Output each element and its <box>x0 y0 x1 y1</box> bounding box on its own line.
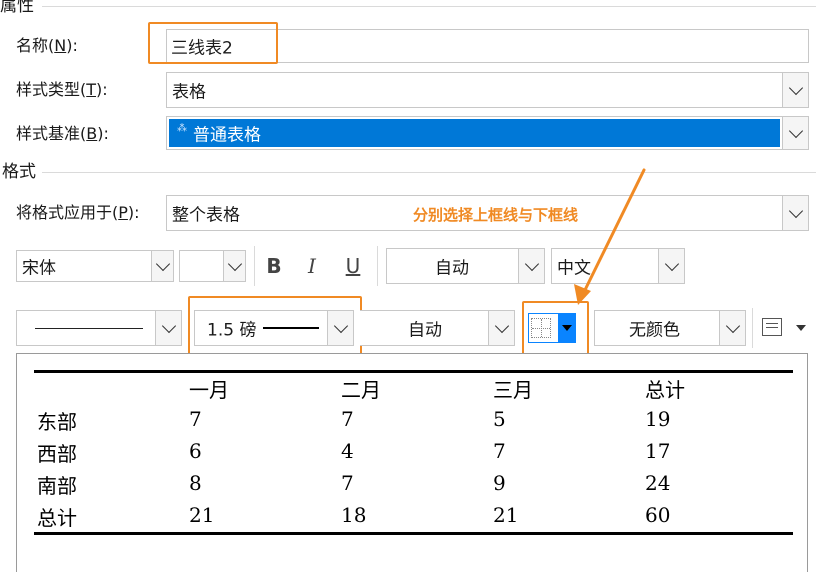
caret-down-icon <box>796 325 806 331</box>
preview-cell: 19 <box>645 407 671 431</box>
preview-top-border <box>34 370 793 373</box>
preview-cell: 18 <box>341 503 367 527</box>
chevron-down-icon <box>664 256 679 272</box>
apply-to-dropdown-button[interactable] <box>782 196 808 230</box>
font-color-dropdown-button[interactable] <box>518 249 544 283</box>
preview-cell: 7 <box>189 407 202 431</box>
underline-button[interactable]: U <box>338 249 368 283</box>
style-based-label: 样式基准(B): <box>16 124 109 143</box>
apply-to-label: 将格式应用于(P): <box>16 203 140 222</box>
preview-header: 三月 <box>493 378 533 402</box>
line-style-dropdown-button[interactable] <box>155 311 181 345</box>
preview-cell: 21 <box>493 503 519 527</box>
line-weight-highlight-box <box>188 296 362 356</box>
preview-header: 一月 <box>189 378 229 402</box>
line-style-sample <box>35 328 143 329</box>
toolbar-separator <box>752 308 753 348</box>
preview-cell: 8 <box>189 471 202 495</box>
style-based-selection: ⁂ 普通表格 <box>169 119 780 147</box>
chevron-down-icon <box>788 123 803 139</box>
chevron-down-icon <box>161 318 176 334</box>
annotation-text: 分别选择上框线与下框线 <box>413 206 579 224</box>
properties-section-title: 属性 <box>0 0 34 16</box>
preview-cell: 7 <box>341 471 354 495</box>
font-color-dropdown[interactable]: 自动 <box>386 248 545 284</box>
preview-cell: 7 <box>493 439 506 463</box>
preview-cell: 17 <box>645 439 671 463</box>
apply-to-value: 整个表格 <box>172 205 240 226</box>
style-based-value: 普通表格 <box>193 125 261 146</box>
alignment-button[interactable] <box>758 314 810 342</box>
formatting-section-title: 格式 <box>2 162 36 182</box>
font-name-dropdown-button[interactable] <box>151 251 173 281</box>
chevron-down-icon <box>788 80 803 96</box>
name-highlight-box <box>148 22 278 64</box>
chevron-down-icon <box>725 318 740 334</box>
preview-header: 二月 <box>341 378 381 402</box>
formatting-divider <box>42 172 816 173</box>
line-color-value: 自动 <box>408 320 442 341</box>
toolbar-separator <box>254 246 255 286</box>
preview-pane: 一月 二月 三月 总计 东部 7 7 5 19 西部 6 4 7 17 南部 8… <box>16 353 808 572</box>
preview-cell: 7 <box>341 407 354 431</box>
font-color-value: 自动 <box>435 258 469 279</box>
paragraph-align-icon <box>762 318 782 336</box>
shading-dropdown-button[interactable] <box>719 311 745 345</box>
font-size-dropdown-button[interactable] <box>223 251 245 281</box>
preview-row-label: 总计 <box>37 506 77 530</box>
style-type-value: 表格 <box>172 82 206 103</box>
font-size-dropdown[interactable] <box>179 250 246 282</box>
line-color-dropdown[interactable]: 自动 <box>360 310 515 346</box>
chevron-down-icon <box>227 256 242 272</box>
table-style-icon: ⁂ <box>177 123 187 134</box>
style-based-dropdown[interactable]: ⁂ 普通表格 <box>166 116 809 150</box>
preview-cell: 21 <box>189 503 215 527</box>
font-name-value: 宋体 <box>22 258 56 279</box>
line-color-dropdown-button[interactable] <box>488 311 514 345</box>
chevron-down-icon <box>788 203 803 219</box>
toolbar-separator <box>377 246 378 286</box>
preview-cell: 9 <box>493 471 506 495</box>
script-dropdown-button[interactable] <box>658 249 684 283</box>
bold-button[interactable]: B <box>259 249 289 283</box>
properties-divider <box>42 6 816 7</box>
preview-cell: 5 <box>493 407 506 431</box>
preview-bottom-border <box>34 532 793 535</box>
name-label: 名称(N): <box>16 36 78 55</box>
preview-cell: 24 <box>645 471 671 495</box>
line-style-dropdown[interactable] <box>16 310 182 346</box>
style-type-dropdown[interactable]: 表格 <box>166 72 809 108</box>
italic-button[interactable]: I <box>297 249 327 283</box>
preview-row-label: 东部 <box>37 410 77 434</box>
style-type-label: 样式类型(T): <box>16 80 108 99</box>
preview-header: 总计 <box>645 378 685 402</box>
preview-cell: 60 <box>645 503 671 527</box>
chevron-down-icon <box>494 318 509 334</box>
preview-cell: 6 <box>189 439 202 463</box>
font-name-dropdown[interactable]: 宋体 <box>16 250 174 282</box>
preview-row-label: 南部 <box>37 474 77 498</box>
style-based-dropdown-button[interactable] <box>782 117 808 149</box>
preview-cell: 4 <box>341 439 354 463</box>
chevron-down-icon <box>155 256 170 272</box>
style-type-dropdown-button[interactable] <box>782 73 808 107</box>
annotation-arrow <box>574 168 646 305</box>
preview-row-label: 西部 <box>37 442 77 466</box>
chevron-down-icon <box>524 256 539 272</box>
